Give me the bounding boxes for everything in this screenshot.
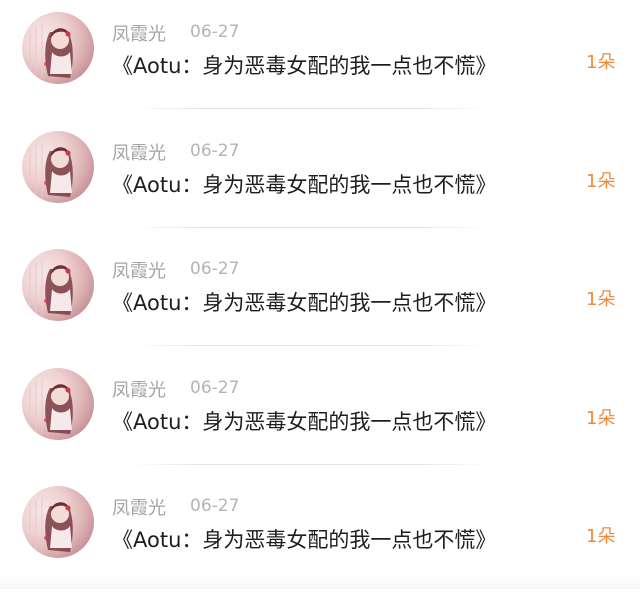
flower-count: 1朵 [586, 52, 616, 73]
list-item[interactable]: 凤霞光 06-27 《Aotu：身为恶毒女配的我一点也不慌》 1朵 [0, 119, 640, 238]
work-title[interactable]: 《Aotu：身为恶毒女配的我一点也不慌》 [112, 169, 496, 199]
flower-count: 1朵 [586, 289, 616, 310]
flower-count: 1朵 [586, 170, 616, 192]
divider [130, 108, 490, 109]
avatar[interactable] [22, 367, 94, 440]
avatar-illustration-icon [29, 24, 73, 78]
avatar[interactable] [22, 486, 94, 558]
author-name[interactable]: 凤霞光 [112, 20, 166, 46]
work-title[interactable]: 《Aotu：身为恶毒女配的我一点也不慌》 [112, 50, 496, 80]
avatar-illustration-icon [29, 142, 73, 197]
avatar[interactable] [22, 12, 94, 84]
avatar-illustration-icon [29, 261, 73, 315]
list-item[interactable]: 凤霞光 06-27 《Aotu：身为恶毒女配的我一点也不慌》 1朵 [0, 237, 640, 356]
post-date: 06-27 [190, 259, 240, 279]
avatar-illustration-icon [29, 379, 73, 434]
author-name[interactable]: 凤霞光 [112, 376, 166, 402]
author-name[interactable]: 凤霞光 [112, 494, 166, 520]
list-item[interactable]: 凤霞光 06-27 《Aotu：身为恶毒女配的我一点也不慌》 1朵 [0, 0, 640, 119]
work-title[interactable]: 《Aotu：身为恶毒女配的我一点也不慌》 [112, 406, 496, 436]
post-date: 06-27 [190, 140, 240, 161]
author-name[interactable]: 凤霞光 [112, 257, 166, 283]
flower-count: 1朵 [586, 526, 616, 547]
divider [130, 463, 490, 465]
bottom-fade [0, 575, 640, 589]
work-title[interactable]: 《Aotu：身为恶毒女配的我一点也不慌》 [112, 524, 496, 554]
author-name[interactable]: 凤霞光 [112, 139, 166, 165]
divider [130, 226, 490, 228]
avatar[interactable] [22, 249, 94, 321]
avatar-illustration-icon [29, 498, 73, 552]
divider [130, 345, 490, 346]
list-item[interactable]: 凤霞光 06-27 《Aotu：身为恶毒女配的我一点也不慌》 1朵 [0, 356, 640, 475]
work-title[interactable]: 《Aotu：身为恶毒女配的我一点也不慌》 [112, 287, 496, 317]
post-date: 06-27 [190, 377, 240, 398]
post-date: 06-27 [190, 22, 240, 42]
flower-count: 1朵 [586, 407, 616, 429]
post-date: 06-27 [190, 496, 240, 516]
avatar[interactable] [22, 130, 94, 203]
gift-record-list: 凤霞光 06-27 《Aotu：身为恶毒女配的我一点也不慌》 1朵 凤霞光 06… [0, 0, 640, 593]
